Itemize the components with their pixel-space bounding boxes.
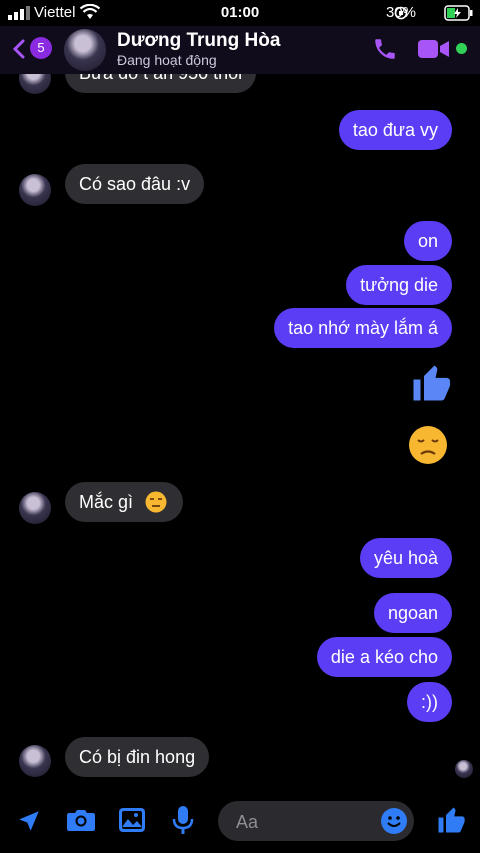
message-input-field[interactable] — [218, 801, 414, 841]
contact-name[interactable]: Dương Trung Hòa — [117, 30, 280, 52]
message-bubble[interactable]: Bữa đó t ăn 950 thôi — [65, 74, 257, 93]
message-bubble[interactable]: yêu hoà — [359, 538, 452, 578]
sender-avatar — [19, 174, 51, 206]
sender-avatar — [19, 492, 51, 524]
camera-icon[interactable] — [66, 807, 96, 833]
contact-avatar[interactable] — [64, 29, 106, 71]
message-bubble[interactable]: Có sao đâu :v — [65, 164, 205, 204]
message-bubble[interactable]: ngoan — [373, 593, 452, 633]
gallery-icon[interactable] — [118, 807, 146, 833]
composer-bar — [0, 792, 480, 853]
battery-icon — [444, 5, 473, 21]
message-text: Mắc gì — [79, 492, 134, 512]
thumbs-up-icon[interactable] — [410, 361, 452, 405]
sender-avatar — [19, 74, 51, 94]
disappointed-face-icon[interactable] — [408, 425, 448, 465]
status-bar: Viettel 01:00 30% — [0, 0, 480, 26]
chevron-left-icon — [12, 39, 25, 59]
active-status: Đang hoạt động — [117, 52, 217, 68]
message-bubble[interactable]: die a kéo cho — [316, 637, 452, 677]
online-indicator — [456, 43, 467, 54]
message-bubble[interactable]: Có bị đin hong — [65, 737, 210, 777]
battery-percent: 30% — [385, 4, 416, 21]
message-bubble[interactable]: :)) — [407, 682, 452, 722]
like-button-icon[interactable] — [436, 804, 466, 836]
expressionless-face-icon — [145, 491, 167, 513]
sender-avatar — [19, 745, 51, 777]
video-call-icon[interactable] — [418, 38, 450, 60]
message-bubble[interactable]: on — [403, 221, 452, 261]
message-bubble[interactable]: tưởng die — [346, 265, 452, 305]
emoji-icon[interactable] — [380, 807, 408, 835]
message-list[interactable]: Bữa đó t ăn 950 thôi tao đưa vy Có sao đ… — [0, 74, 480, 792]
microphone-icon[interactable] — [172, 805, 194, 835]
message-bubble[interactable]: Mắc gì — [65, 482, 183, 522]
unread-badge: 5 — [30, 37, 52, 59]
message-bubble[interactable]: tao nhớ mày lắm á — [274, 308, 452, 348]
location-arrow-icon[interactable] — [16, 808, 42, 834]
phone-call-icon[interactable] — [372, 36, 398, 62]
chat-header: 5 Dương Trung Hòa Đang hoạt động — [0, 26, 480, 74]
seen-indicator-avatar — [455, 760, 473, 778]
message-input[interactable] — [234, 809, 378, 835]
message-bubble[interactable]: tao đưa vy — [338, 110, 452, 150]
